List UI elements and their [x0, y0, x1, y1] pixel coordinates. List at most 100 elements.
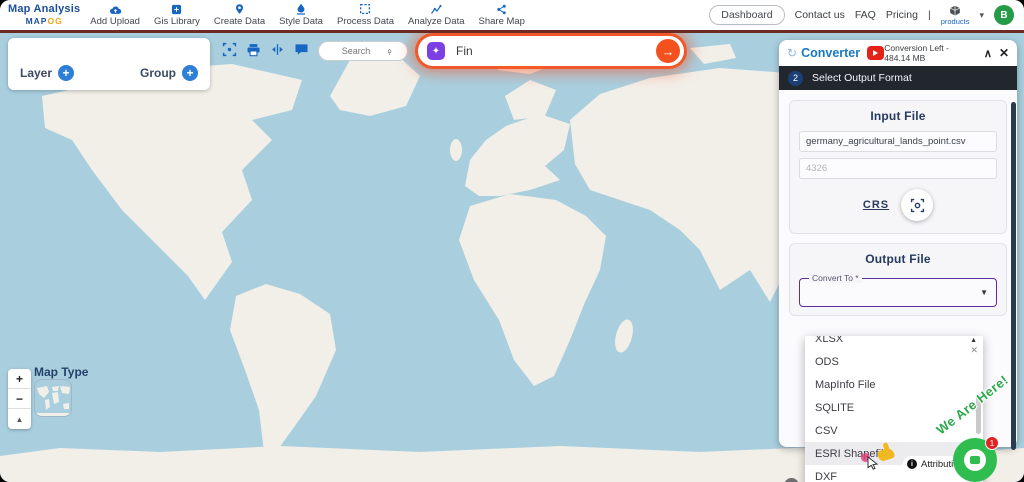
play-triangle	[873, 50, 879, 56]
group-label: Group	[140, 66, 176, 80]
convert-to-select[interactable]: Convert To * ▼	[799, 273, 997, 307]
contact-us-link[interactable]: Contact us	[795, 9, 845, 21]
converter-title: Converter	[801, 46, 861, 60]
chat-bubble-core	[970, 456, 980, 464]
ai-submit-button[interactable]: →	[656, 39, 680, 63]
plus-square-icon	[172, 4, 182, 15]
step2-label: Select Output Format	[812, 72, 912, 84]
map-toolbar	[222, 42, 309, 57]
dropdown-scroll-up-icon[interactable]: ▲	[970, 337, 977, 344]
panel-scrollbar[interactable]	[1011, 102, 1016, 450]
input-crs-field[interactable]: 4326	[799, 158, 997, 179]
app-window: Map Analysis MAPOG Add Upload Gis Librar…	[0, 0, 1024, 482]
header-right: Dashboard Contact us FAQ Pricing | produ…	[709, 5, 1024, 26]
cube-icon	[950, 5, 961, 16]
analyze-chart-icon	[431, 4, 442, 14]
nav-analyze-data[interactable]: Analyze Data	[408, 4, 465, 27]
input-filename-field[interactable]: germany_agricultural_lands_point.csv	[799, 131, 997, 152]
layer-label: Layer	[20, 66, 53, 80]
nav-share-map[interactable]: Share Map	[479, 4, 525, 27]
nav-create-data[interactable]: Create Data	[214, 3, 265, 27]
zoom-controls: + − ▲	[8, 369, 31, 429]
nav-process-data[interactable]: Process Data	[337, 3, 394, 27]
crs-target-button[interactable]	[901, 189, 934, 221]
products-label: products	[940, 16, 970, 26]
dashed-square-icon	[360, 3, 371, 15]
chat-bubble-icon	[964, 449, 986, 471]
nav-label: Add Upload	[90, 16, 140, 27]
nav-gis-library[interactable]: Gis Library	[154, 4, 200, 27]
top-header: Map Analysis MAPOG Add Upload Gis Librar…	[0, 0, 1024, 30]
dropdown-close-icon[interactable]: ✕	[970, 345, 978, 356]
app-logo[interactable]: Map Analysis MAPOG	[8, 4, 80, 26]
sparkle-plus-icon: ✦	[427, 42, 445, 60]
close-icon[interactable]: ✕	[999, 46, 1009, 60]
ai-search-bar: ✦ →	[418, 36, 684, 66]
select-caret-icon: ▼	[980, 288, 988, 297]
dashboard-button[interactable]: Dashboard	[709, 5, 785, 25]
logo-subtitle: MAPOG	[25, 16, 63, 27]
input-file-title: Input File	[870, 109, 926, 123]
chat-notification-badge: 1	[985, 436, 999, 450]
nav-style-data[interactable]: Style Data	[279, 3, 323, 27]
convert-to-label: Convert To *	[809, 273, 862, 283]
step2-bar: 2 Select Output Format	[779, 66, 1017, 90]
collapse-chevron-icon[interactable]: ∧	[984, 47, 992, 60]
converter-panel: ↻ Converter Conversion Left - 484.14 MB …	[779, 40, 1017, 482]
map-type-label: Map Type	[34, 365, 89, 379]
avatar[interactable]: B	[994, 5, 1014, 25]
reset-extent-button[interactable]: ▲	[8, 409, 31, 429]
nav-label: Create Data	[213, 16, 266, 27]
youtube-icon[interactable]	[867, 46, 885, 60]
target-icon	[910, 198, 924, 212]
step2-number: 2	[788, 70, 803, 86]
dropdown-option-ods[interactable]: ODS	[805, 350, 983, 373]
style-droplet-icon	[297, 3, 306, 15]
map-search: ⌕	[318, 41, 408, 61]
add-group-button[interactable]: +	[182, 65, 198, 81]
add-layer-button[interactable]: +	[58, 65, 75, 81]
logo-title: Map Analysis	[8, 3, 81, 16]
dropdown-option-mapinfo[interactable]: MapInfo File	[805, 373, 983, 396]
zoom-out-button[interactable]: −	[8, 389, 31, 409]
minimap-world	[35, 380, 71, 416]
dropdown-option-xlsx[interactable]: XLSX	[805, 336, 983, 350]
products-menu[interactable]: products	[940, 5, 970, 26]
focus-extent-icon[interactable]	[222, 42, 237, 57]
nav-label: Style Data	[279, 16, 323, 27]
faq-link[interactable]: FAQ	[855, 9, 876, 21]
pricing-link[interactable]: Pricing	[886, 9, 918, 21]
info-icon: i	[907, 459, 917, 469]
search-input[interactable]	[325, 45, 387, 57]
layer-group-row: Layer + Group +	[20, 65, 198, 81]
nav-label: Analyze Data	[407, 16, 465, 27]
converter-header: ↻ Converter Conversion Left - 484.14 MB …	[779, 40, 1017, 66]
print-icon[interactable]	[246, 43, 261, 57]
chevron-down-icon[interactable]: ▾	[979, 10, 984, 21]
main-nav: Add Upload Gis Library Create Data Style…	[90, 3, 525, 27]
share-icon	[497, 4, 506, 15]
header-bottom-strip	[0, 30, 1024, 33]
compare-swipe-icon[interactable]	[270, 43, 285, 56]
crs-link[interactable]: CRS	[863, 199, 889, 211]
cloud-upload-icon	[109, 6, 121, 14]
map-pin-icon	[236, 4, 243, 14]
chat-button[interactable]: 1	[953, 436, 999, 482]
nav-label: Gis Library	[153, 16, 200, 27]
ai-search-input[interactable]	[454, 43, 656, 59]
nav-label: Process Data	[336, 16, 394, 27]
conversion-left-text: Conversion Left - 484.14 MB	[884, 43, 949, 63]
nav-add-upload[interactable]: Add Upload	[90, 4, 140, 27]
zoom-in-button[interactable]: +	[8, 369, 31, 389]
layers-panel: Layer + Group +	[8, 38, 210, 90]
crs-row: CRS	[799, 189, 997, 221]
input-file-card: Input File germany_agricultural_lands_po…	[789, 100, 1007, 234]
nav-label: Share Map	[478, 16, 525, 27]
sync-icon[interactable]: ↻	[787, 46, 797, 60]
comment-icon[interactable]	[294, 43, 309, 56]
output-file-title: Output File	[865, 252, 931, 266]
output-file-card: Output File Convert To * ▼	[789, 243, 1007, 316]
cursor-pointer-icon	[867, 456, 879, 470]
header-separator: |	[927, 9, 931, 21]
map-type-thumbnail[interactable]	[34, 379, 72, 417]
